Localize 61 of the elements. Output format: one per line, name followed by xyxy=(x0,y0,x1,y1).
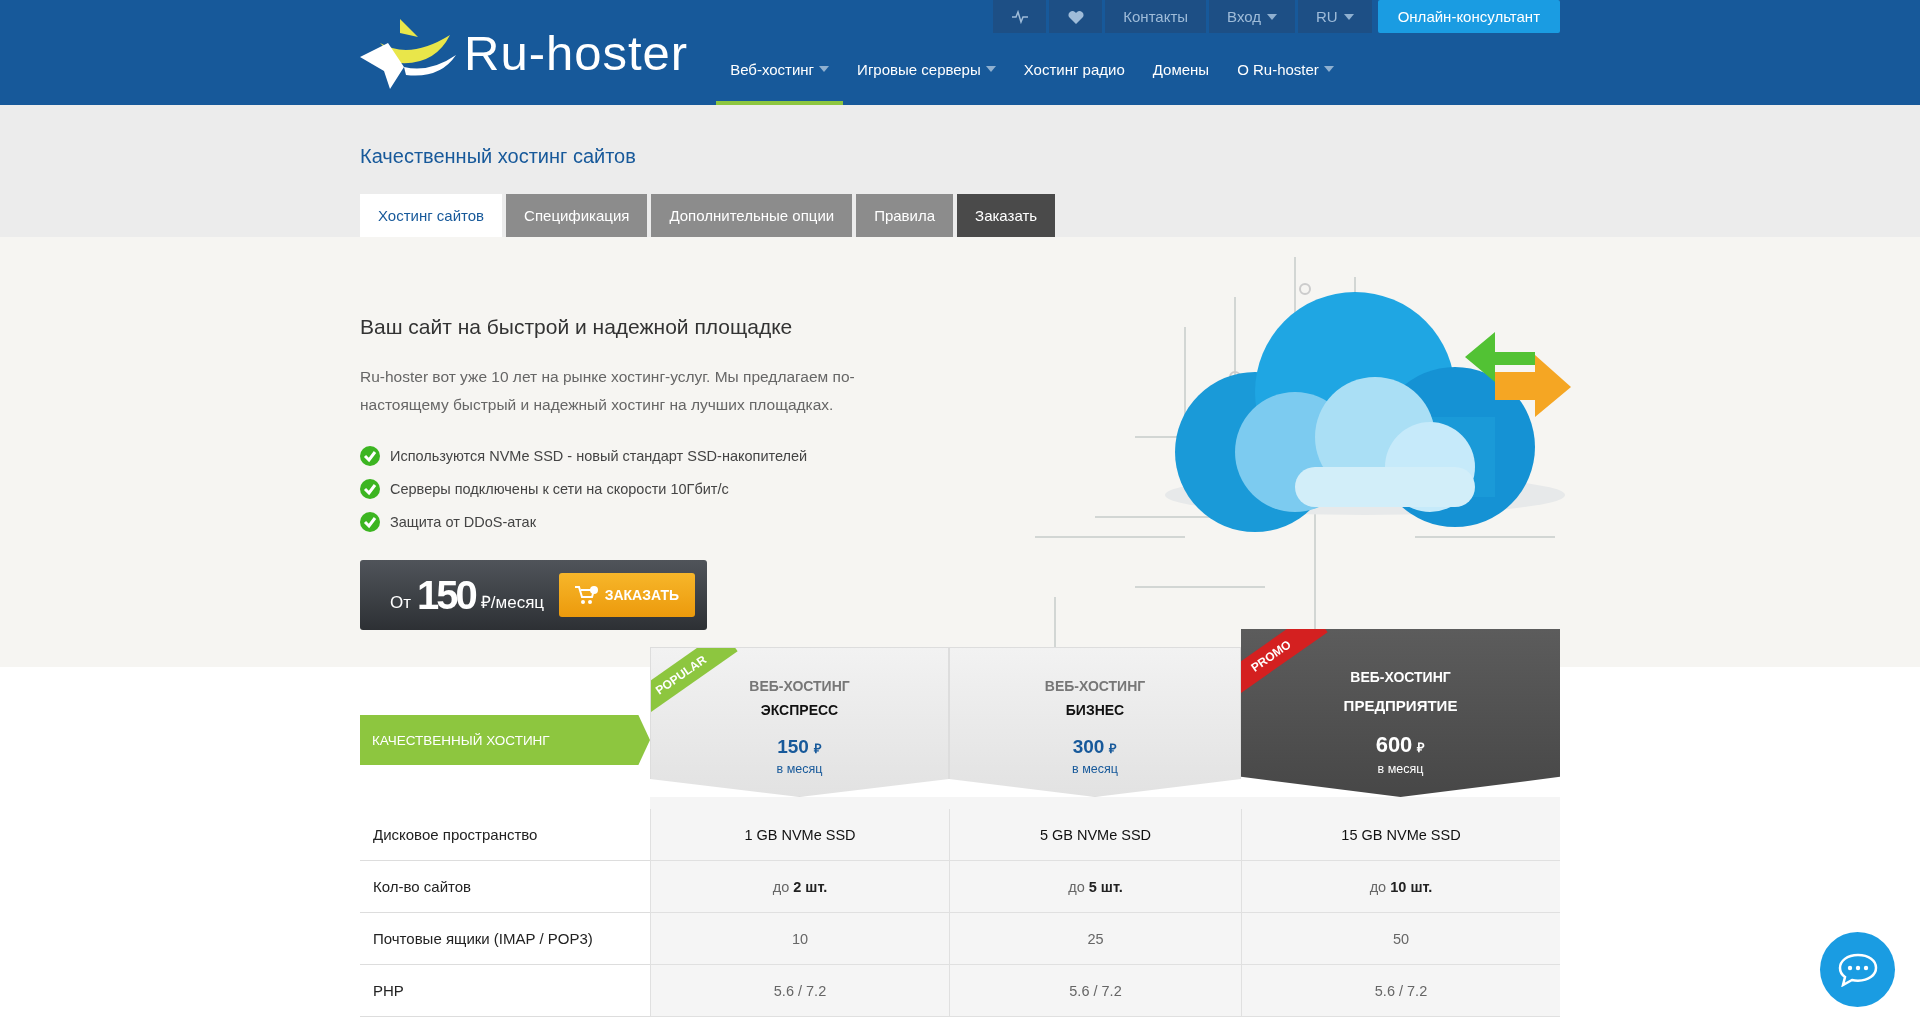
section-label: КАЧЕСТВЕННЫЙ ХОСТИНГ xyxy=(360,715,650,765)
online-consultant-button[interactable]: Онлайн-консультант xyxy=(1377,0,1560,33)
table-cell: 5 GB NVMe SSD xyxy=(949,809,1241,861)
plan-name: БИЗНЕС xyxy=(1064,702,1126,718)
table-cell: 50 xyxy=(1241,913,1560,965)
hero-paragraph: Ru-hoster вот уже 10 лет на рынке хостинг-услуг. Мы предлагаем по-настоящему быстрый и надежный хостинг на лучших площадках. xyxy=(360,367,856,415)
plan-price: 150 xyxy=(777,736,809,758)
currency-sign: ₽ xyxy=(1109,740,1118,757)
tab[interactable]: Заказать xyxy=(957,194,1056,237)
plan-period: в месяц xyxy=(775,762,824,776)
nav-link[interactable]: Хостинг радио xyxy=(1009,33,1139,105)
plan-category: ВЕБ-ХОСТИНГ xyxy=(1349,669,1452,685)
table-cell: 5.6 / 7.2 xyxy=(1241,965,1560,1017)
tab[interactable]: Хостинг сайтов xyxy=(360,194,503,237)
nav-link[interactable]: О Ru-hoster xyxy=(1223,33,1348,105)
table-cell: 10 xyxy=(650,913,949,965)
plan-period: в месяц xyxy=(1376,762,1425,776)
table-cell: 25 xyxy=(949,913,1241,965)
check-icon xyxy=(360,478,380,499)
feature-text: Защита от DDoS-атак xyxy=(390,513,536,530)
table-cell: до 10 шт. xyxy=(1241,861,1560,913)
plan-price: 300 xyxy=(1072,736,1105,758)
table-cell: 15 GB NVMe SSD xyxy=(1241,809,1560,861)
table-cell: до 5 шт. xyxy=(949,861,1241,913)
caret-icon xyxy=(1343,13,1354,20)
price-unit: ₽/месяц xyxy=(480,592,545,614)
plan-period: в месяц xyxy=(1071,762,1119,776)
top-bar-link[interactable]: RU xyxy=(1298,0,1372,33)
table-cell: 5.6 / 7.2 xyxy=(650,965,949,1017)
price-prefix: От xyxy=(390,593,411,614)
check-icon xyxy=(360,511,380,532)
tab[interactable]: Спецификация xyxy=(506,194,648,237)
caret-icon xyxy=(1323,66,1334,72)
caret-icon xyxy=(1267,13,1277,20)
currency-sign: ₽ xyxy=(813,740,822,757)
table-cell: до 2 шт. xyxy=(650,861,949,913)
logo-text: Ru-hoster xyxy=(464,24,689,81)
table-cell: 1 GB NVMe SSD xyxy=(650,809,949,861)
nav-link[interactable]: Игровые серверы xyxy=(843,33,1010,105)
top-bar-link[interactable]: Вход xyxy=(1209,0,1295,33)
nav-link[interactable]: Домены xyxy=(1138,33,1224,105)
caret-icon xyxy=(985,66,996,72)
table-cell: 5.6 / 7.2 xyxy=(949,965,1241,1017)
currency-sign: ₽ xyxy=(1417,739,1426,756)
plan-name: ПРЕДПРИЯТИЕ xyxy=(1342,697,1459,714)
price-amount: 150 xyxy=(417,572,475,618)
tab[interactable]: Правила xyxy=(856,194,954,237)
plan-name: ЭКСПРЕСС xyxy=(759,702,840,718)
tab[interactable]: Дополнительные опции xyxy=(651,194,853,237)
page-title: Качественный хостинг сайтов xyxy=(360,144,637,169)
caret-icon xyxy=(819,66,830,72)
plan-price: 600 xyxy=(1375,732,1413,758)
feature-text: Используются NVMe SSD - новый стандарт SSD-накопителей xyxy=(390,447,808,464)
check-icon xyxy=(360,445,380,466)
speech-bubble-icon xyxy=(1837,952,1878,987)
plan-category: ВЕБ-ХОСТИНГ xyxy=(1043,678,1147,694)
hero-heading: Ваш сайт на быстрой и надежной площадке xyxy=(360,315,794,339)
pulse-icon[interactable] xyxy=(993,0,1047,33)
top-bar-link[interactable]: Контакты xyxy=(1105,0,1207,33)
cart-plus-icon xyxy=(574,585,599,605)
feature-text: Серверы подключены к сети на скорости 10Гбит/с xyxy=(390,480,729,497)
